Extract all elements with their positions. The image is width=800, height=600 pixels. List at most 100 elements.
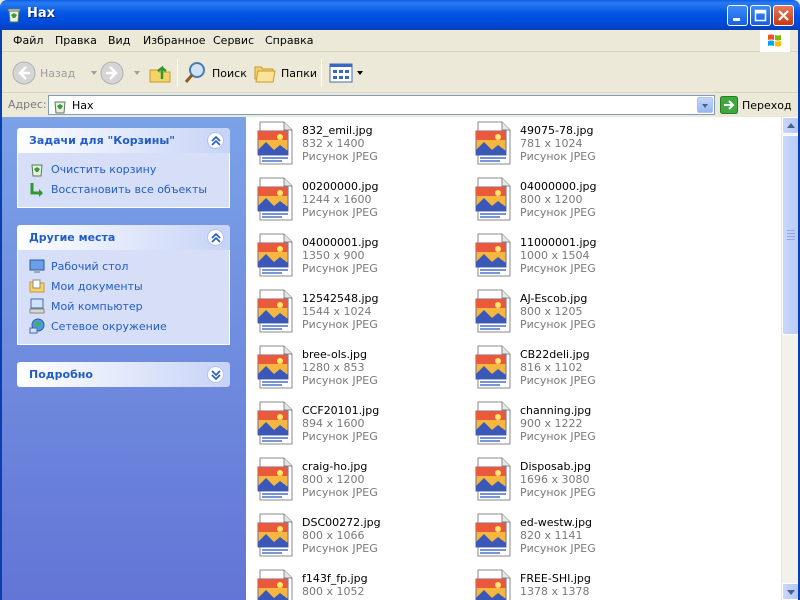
file-item[interactable]: AJ-Escob.jpg 800 x 1205 Рисунок JPEG (464, 285, 674, 341)
jpeg-file-icon (474, 176, 512, 222)
details-panel-header[interactable]: Подробно (17, 362, 230, 387)
chevron-up-icon (211, 232, 221, 243)
menu-file[interactable]: Файл (13, 34, 43, 47)
link-label: Рабочий стол (51, 259, 129, 273)
jpeg-file-icon (256, 232, 294, 278)
scrollbar-thumb[interactable] (782, 135, 799, 335)
tasks-panel-title: Задачи для "Корзины" (29, 134, 175, 147)
jpeg-file-icon (256, 568, 294, 600)
file-item[interactable]: Disposab.jpg 1696 x 3080 Рисунок JPEG (464, 453, 674, 509)
tasks-panel-header[interactable]: Задачи для "Корзины" (17, 128, 230, 153)
back-button[interactable]: Назад (12, 59, 98, 87)
file-dimensions: 816 x 1102 (520, 361, 583, 374)
file-item[interactable]: ed-westw.jpg 820 x 1141 Рисунок JPEG (464, 509, 674, 565)
desktop-link[interactable]: Рабочий стол (18, 256, 229, 276)
restore-arrow-icon (30, 183, 43, 197)
search-button[interactable]: Поиск (184, 59, 247, 87)
collapse-button[interactable] (207, 229, 224, 246)
views-button[interactable] (329, 59, 363, 87)
file-type: Рисунок JPEG (520, 374, 596, 387)
forward-button[interactable] (100, 59, 140, 87)
link-label: Сетевое окружение (51, 319, 167, 333)
file-item[interactable]: f143f_fp.jpg800 x 1052Рисунок JPEG (246, 565, 456, 600)
file-item[interactable]: 04000001.jpg 1350 x 900 Рисунок JPEG (246, 229, 456, 285)
back-dropdown-icon[interactable] (91, 71, 98, 75)
file-item[interactable]: DSC00272.jpg 800 x 1066 Рисунок JPEG (246, 509, 456, 565)
link-label: Мой компьютер (51, 299, 143, 313)
jpeg-file-icon (474, 568, 512, 600)
file-name: 04000000.jpg (520, 180, 597, 193)
menu-favorites[interactable]: Избранное (143, 34, 205, 47)
menu-help[interactable]: Справка (265, 34, 313, 47)
vertical-scrollbar[interactable] (781, 117, 799, 600)
file-name: DSC00272.jpg (302, 516, 381, 529)
back-arrow-icon (12, 61, 36, 85)
address-dropdown-button[interactable] (697, 97, 713, 113)
menu-view[interactable]: Вид (108, 34, 130, 47)
file-name: Disposab.jpg (520, 460, 591, 473)
maximize-icon (754, 9, 767, 22)
file-name: 11000001.jpg (520, 236, 597, 249)
my-documents-link[interactable]: Мои документы (18, 276, 229, 296)
views-icon (329, 63, 353, 83)
file-name: 00200000.jpg (302, 180, 379, 193)
folders-icon (254, 66, 276, 83)
scroll-up-arrow-icon (787, 123, 795, 128)
network-places-link[interactable]: Сетевое окружение (18, 316, 229, 336)
folders-button[interactable]: Папки (253, 59, 317, 87)
jpeg-file-icon (256, 512, 294, 558)
details-panel-title: Подробно (29, 368, 93, 381)
file-item[interactable]: craig-ho.jpg 800 x 1200 Рисунок JPEG (246, 453, 456, 509)
file-item[interactable]: bree-ols.jpg 1280 x 853 Рисунок JPEG (246, 341, 456, 397)
restore-all-link[interactable]: Восстановить все объекты (18, 179, 229, 199)
jpeg-file-icon (256, 400, 294, 446)
file-type: Рисунок JPEG (302, 150, 378, 163)
close-button[interactable] (773, 5, 794, 26)
file-item[interactable]: 11000001.jpg 1000 x 1504 Рисунок JPEG (464, 229, 674, 285)
maximize-button[interactable] (750, 5, 771, 26)
forward-dropdown-icon[interactable] (134, 71, 140, 75)
link-label: Очистить корзину (51, 162, 157, 176)
file-item[interactable]: channing.jpg 900 x 1222 Рисунок JPEG (464, 397, 674, 453)
jpeg-file-icon (474, 512, 512, 558)
file-type: Рисунок JPEG (302, 206, 378, 219)
menu-tools[interactable]: Сервис (213, 34, 254, 47)
file-type: Рисунок JPEG (520, 262, 596, 275)
my-computer-link[interactable]: Мой компьютер (18, 296, 229, 316)
expand-button[interactable] (207, 366, 224, 383)
file-item[interactable]: 12542548.jpg 1544 x 1024 Рисунок JPEG (246, 285, 456, 341)
file-dimensions: 1244 x 1600 (302, 193, 372, 206)
close-icon (778, 10, 789, 21)
address-input[interactable]: Hax (48, 95, 715, 115)
network-globe-icon (29, 318, 45, 334)
file-item[interactable]: 00200000.jpg 1244 x 1600 Рисунок JPEG (246, 173, 456, 229)
scroll-down-button[interactable] (782, 583, 799, 600)
views-dropdown-icon[interactable] (357, 71, 363, 75)
file-type: Рисунок JPEG (302, 262, 378, 275)
title-bar[interactable]: Hax (0, 0, 800, 30)
file-item[interactable]: 832_emil.jpg 832 x 1400 Рисунок JPEG (246, 117, 456, 173)
file-item[interactable]: 04000000.jpg 800 x 1200 Рисунок JPEG (464, 173, 674, 229)
jpeg-file-icon (256, 344, 294, 390)
jpeg-file-icon (474, 344, 512, 390)
menu-edit[interactable]: Правка (55, 34, 97, 47)
file-item[interactable]: CB22deli.jpg 816 x 1102 Рисунок JPEG (464, 341, 674, 397)
up-folder-button[interactable] (148, 59, 172, 87)
other-places-header[interactable]: Другие места (17, 225, 230, 250)
scroll-up-button[interactable] (782, 117, 799, 134)
jpeg-file-icon (256, 456, 294, 502)
file-name: f143f_fp.jpg (302, 572, 368, 585)
go-button[interactable]: Переход (720, 95, 792, 115)
file-name: craig-ho.jpg (302, 460, 368, 473)
empty-recycle-bin-link[interactable]: Очистить корзину (18, 159, 229, 179)
menu-bar: Файл Правка Вид Избранное Сервис Справка (0, 30, 800, 52)
collapse-button[interactable] (207, 132, 224, 149)
scroll-down-arrow-icon (787, 590, 795, 595)
file-type: Рисунок JPEG (302, 318, 378, 331)
file-item[interactable]: CCF20101.jpg 894 x 1600 Рисунок JPEG (246, 397, 456, 453)
file-item[interactable]: FREE-SHI.jpg1378 x 1378Рисунок JPEG (464, 565, 674, 600)
file-item[interactable]: 49075-78.jpg 781 x 1024 Рисунок JPEG (464, 117, 674, 173)
address-bar: Адрес: Hax Переход (0, 94, 800, 116)
minimize-button[interactable] (727, 5, 748, 26)
file-dimensions: 1378 x 1378 (520, 585, 590, 598)
